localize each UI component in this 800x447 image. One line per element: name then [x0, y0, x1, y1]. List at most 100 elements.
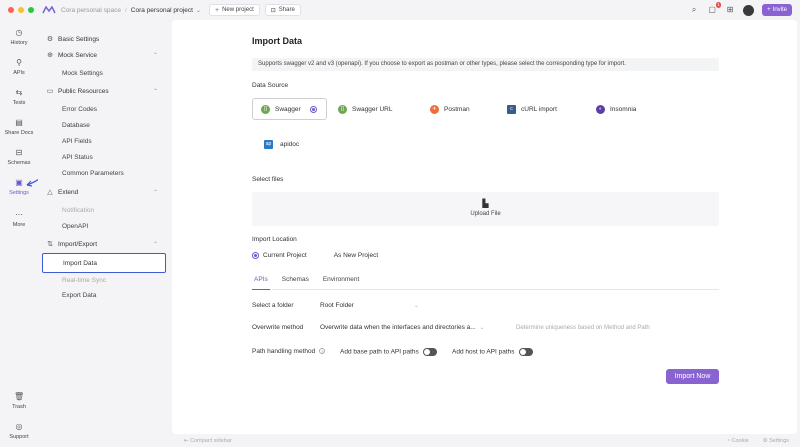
test-icon: ⇆ — [15, 88, 23, 97]
source-label: Swagger URL — [352, 105, 393, 113]
postman-icon: ✈ — [430, 104, 439, 114]
settings-label: Settings — [769, 437, 789, 444]
rail-item-share-docs[interactable]: ▤ Share Docs — [0, 118, 38, 136]
left-rail: ◷ History ⚲ APIs ⇆ Tests ▤ Share Docs ⊟ … — [0, 20, 38, 447]
select-files-label: Select files — [252, 176, 284, 183]
select-folder-value: Root Folder — [320, 302, 354, 309]
share-label: Share — [278, 7, 295, 13]
zoom-window-button[interactable] — [28, 7, 34, 13]
status-bar: ⇤ Compact sidebar ◔ Cookie ⚙ Settings — [172, 434, 797, 447]
add-user-icon: + — [767, 7, 771, 13]
sidebar-item-basic-settings[interactable]: ⚙ Basic Settings — [46, 32, 164, 46]
radio-new-project[interactable] — [323, 252, 330, 259]
sidebar-item-mock-settings[interactable]: Mock Settings — [62, 66, 164, 80]
upload-file-dropzone[interactable]: ▙ Upload File — [252, 192, 719, 226]
rail-label: History — [10, 40, 28, 46]
sidebar-item-real-time-sync[interactable]: Real-time Sync — [62, 273, 164, 287]
curl-icon: c — [507, 104, 516, 114]
radio-current-project[interactable] — [252, 252, 259, 259]
sidebar-item-error-codes[interactable]: Error Codes — [62, 102, 164, 116]
clock-icon: ◷ — [15, 28, 23, 37]
source-option-curl[interactable]: c cURL import — [499, 98, 557, 120]
sidebar-item-common-parameters[interactable]: Common Parameters — [62, 166, 164, 180]
help-icon[interactable]: ? — [319, 348, 326, 354]
extend-icon: △ — [47, 189, 53, 196]
chevron-down-icon: ⌄ — [413, 303, 419, 309]
sidebar-item-import-export[interactable]: ⇅ Import/Export ⌃ — [46, 237, 164, 251]
sidebar-item-label: Database — [62, 121, 90, 129]
rail-item-trash[interactable]: 🗑 Trash — [0, 392, 38, 410]
settings-sidebar: ⚙ Basic Settings ⊕ Mock Service ⌃ Mock S… — [38, 20, 170, 432]
file-icon: ▙ — [482, 199, 489, 208]
current-project-label[interactable]: Current Project — [263, 252, 307, 259]
tab-environment[interactable]: Environment — [321, 274, 362, 289]
import-location-label: Import Location — [252, 236, 297, 243]
select-folder-dropdown[interactable]: Root Folder ⌄ — [320, 302, 419, 309]
add-host-option: Add host to API paths — [452, 348, 533, 356]
chevron-up-icon: ⌃ — [152, 88, 158, 95]
sidebar-item-database[interactable]: Database — [62, 118, 164, 132]
tab-schemas[interactable]: Schemas — [280, 274, 311, 289]
compact-sidebar-toggle[interactable]: ⇤ Compact sidebar — [184, 438, 232, 444]
sidebar-item-label: OpenAPI — [62, 222, 89, 230]
sidebar-item-export-data[interactable]: Export Data — [62, 288, 164, 302]
sidebar-item-notification[interactable]: Notification — [62, 203, 164, 217]
sidebar-item-api-status[interactable]: API Status — [62, 150, 164, 164]
rail-item-support[interactable]: ◎ Support — [0, 422, 38, 440]
cookie-button[interactable]: ◔ Cookie — [727, 438, 749, 444]
overwrite-method-dropdown[interactable]: Overwrite data when the interfaces and d… — [320, 324, 484, 331]
sidebar-item-label: API Fields — [62, 137, 92, 145]
chevron-up-icon: ⌃ — [152, 189, 158, 196]
rail-item-tests[interactable]: ⇆ Tests — [0, 88, 38, 106]
source-option-insomnia[interactable]: ◐ Insomnia — [588, 98, 636, 120]
notification-badge: 1 — [715, 2, 722, 8]
import-now-button[interactable]: Import Now — [666, 369, 719, 384]
sidebar-item-mock-service[interactable]: ⊕ Mock Service ⌃ — [46, 48, 164, 62]
avatar[interactable] — [743, 4, 755, 16]
rail-label: Share Docs — [4, 130, 34, 136]
schema-icon: ⊟ — [15, 148, 23, 157]
more-icon: ⋯ — [15, 210, 23, 219]
sidebar-item-label: Import/Export — [58, 240, 98, 248]
path-handling-label: Path handling method? — [252, 348, 326, 355]
breadcrumb-project[interactable]: Cora personal project — [131, 7, 193, 14]
sidebar-item-openapi[interactable]: OpenAPI — [62, 219, 164, 233]
sidebar-item-label: Notification — [62, 206, 95, 214]
tab-apis[interactable]: APIs — [252, 274, 270, 290]
selected-radio-icon — [309, 105, 317, 113]
insomnia-icon: ◐ — [596, 104, 605, 114]
rail-item-more[interactable]: ⋯ More — [0, 210, 38, 228]
share-icon: ⊡ — [270, 7, 276, 14]
app-logo-icon — [42, 6, 56, 14]
rail-item-apis[interactable]: ⚲ APIs — [0, 58, 38, 76]
source-option-swagger-url[interactable]: {} Swagger URL — [330, 98, 392, 120]
apps-grid-icon[interactable]: ⊞ — [725, 5, 735, 15]
settings-button[interactable]: ⚙ Settings — [763, 438, 789, 444]
chevron-down-icon[interactable]: ⌄ — [196, 7, 201, 14]
invite-button[interactable]: + Invite — [762, 4, 792, 16]
sidebar-item-extend[interactable]: △ Extend ⌃ — [46, 185, 164, 199]
breadcrumb-workspace[interactable]: Cora personal space — [61, 7, 121, 14]
rail-item-schemas[interactable]: ⊟ Schemas — [0, 148, 38, 166]
add-host-toggle[interactable] — [518, 348, 533, 356]
as-new-project-label[interactable]: As New Project — [334, 252, 378, 259]
notification-icon[interactable]: ▢ 1 — [707, 2, 722, 15]
rail-item-history[interactable]: ◷ History — [0, 28, 38, 46]
rail-label: Settings — [9, 190, 29, 196]
new-project-button[interactable]: + New project — [208, 4, 260, 16]
status-right: ◔ Cookie ⚙ Settings — [727, 438, 789, 444]
close-window-button[interactable] — [8, 7, 14, 13]
sidebar-item-import-data[interactable]: Import Data — [42, 253, 166, 273]
plus-icon: + — [214, 6, 220, 14]
sidebar-item-label: Error Codes — [62, 105, 98, 113]
sidebar-item-api-fields[interactable]: API Fields — [62, 134, 164, 148]
search-icon[interactable]: ⌕ — [689, 5, 699, 15]
sidebar-item-public-resources[interactable]: ▭ Public Resources ⌃ — [46, 84, 164, 98]
source-option-postman[interactable]: ✈ Postman — [422, 98, 470, 120]
trash-icon: 🗑 — [14, 392, 25, 401]
source-option-apidoc[interactable]: ap apidoc — [256, 133, 299, 155]
add-base-path-toggle[interactable] — [422, 348, 437, 356]
share-button[interactable]: ⊡ Share — [264, 4, 301, 16]
source-option-swagger[interactable]: {} Swagger — [252, 98, 327, 120]
minimize-window-button[interactable] — [18, 7, 24, 13]
